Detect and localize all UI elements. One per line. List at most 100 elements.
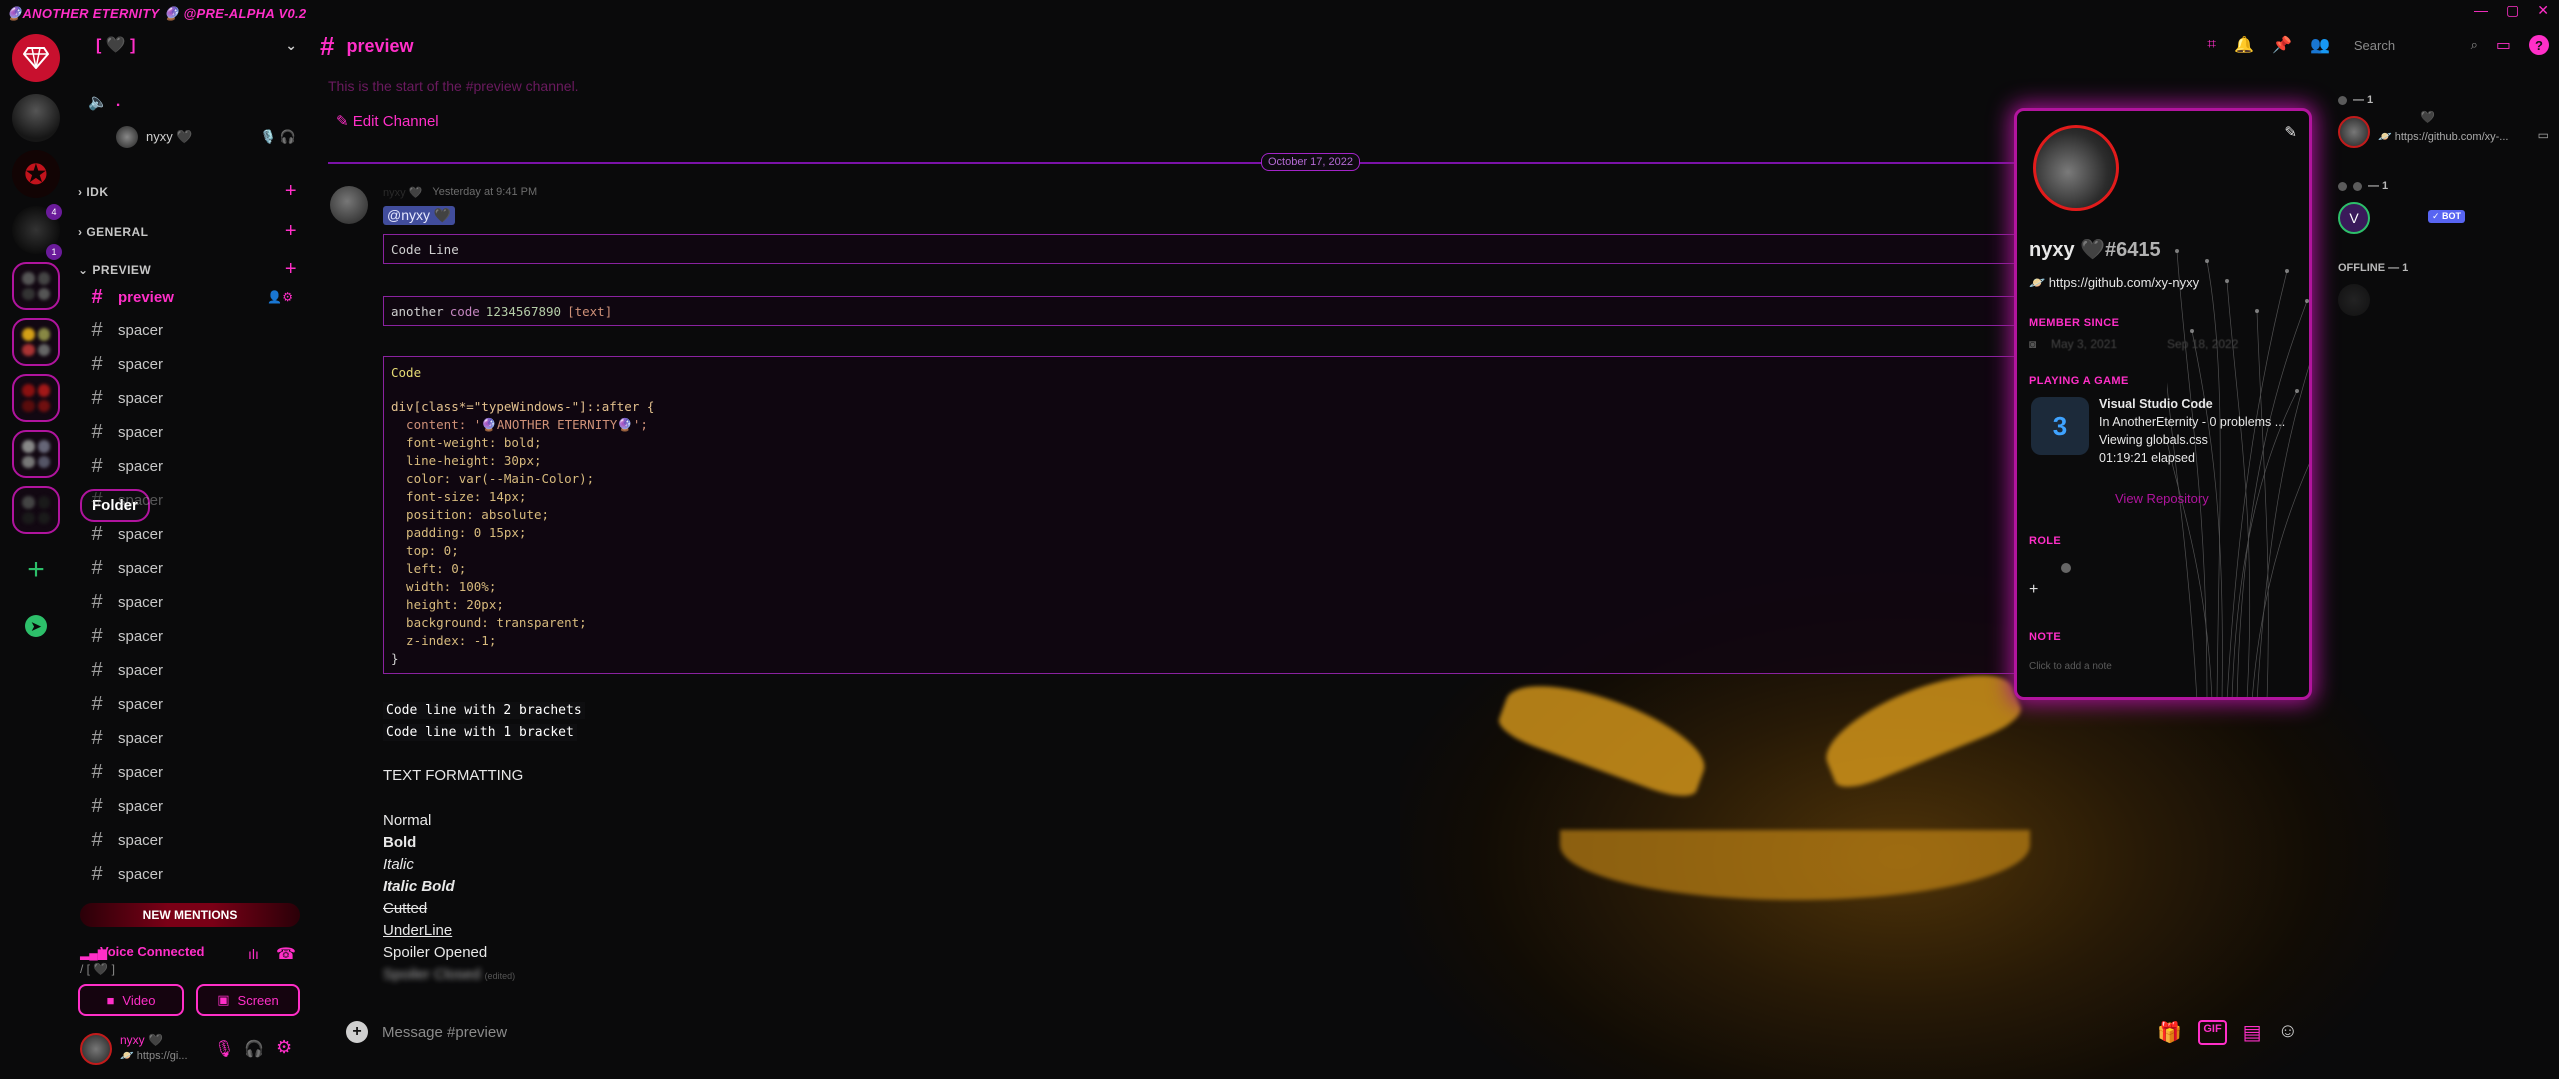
message-input[interactable]: Message #preview	[382, 1024, 507, 1041]
channel-spacer[interactable]: # spacer	[88, 588, 293, 616]
text-normal: Normal	[383, 812, 432, 829]
inbox-icon[interactable]: ▭	[2496, 35, 2511, 55]
video-button[interactable]: ■ Video	[78, 984, 184, 1016]
channel-spacer[interactable]: # spacer	[88, 622, 293, 650]
channel-spacer[interactable]: # spacer	[88, 486, 293, 514]
guild-header[interactable]: [ 🖤 ] ⌄	[72, 28, 305, 62]
voice-user-row[interactable]: nyxy 🖤 🎙️ 🎧	[116, 126, 296, 148]
voice-channel[interactable]: / [ 🖤 ]	[80, 962, 115, 976]
threads-icon[interactable]: ⌗	[2207, 36, 2216, 54]
search-icon: ⌕	[2470, 37, 2478, 52]
channel-preview[interactable]: # preview 👤⚙	[88, 283, 293, 311]
new-mentions-banner[interactable]: NEW MENTIONS	[80, 903, 300, 927]
date-label: October 17, 2022	[1261, 153, 1361, 171]
spoiler-closed[interactable]: Spoiler Closed (edited)	[383, 966, 515, 983]
channel-spacer[interactable]: # spacer	[88, 418, 293, 446]
channel-spacer[interactable]: # spacer	[88, 384, 293, 412]
close-button[interactable]: ✕	[2537, 2, 2549, 19]
spoiler-opened[interactable]: Spoiler Opened	[383, 944, 487, 961]
server-folder-1[interactable]	[12, 262, 60, 310]
category-preview[interactable]: ⌄ PREVIEW +	[72, 258, 305, 281]
speaker-icon: 🔈	[88, 94, 108, 111]
channel-spacer[interactable]: # spacer	[88, 350, 293, 378]
emoji-icon[interactable]: ☺	[2278, 1020, 2298, 1045]
gear-icon[interactable]: ⚙	[276, 1037, 292, 1058]
maximize-button[interactable]: ▢	[2506, 2, 2519, 19]
category-idk[interactable]: › IDK +	[72, 180, 305, 203]
voice-status[interactable]: Voice Connected	[100, 944, 205, 959]
channel-spacer[interactable]: # spacer	[88, 724, 293, 752]
server-folder-5[interactable]	[12, 486, 60, 534]
gif-icon[interactable]: GIF	[2198, 1019, 2227, 1045]
channel-spacer[interactable]: # spacer	[88, 860, 293, 888]
bell-icon[interactable]: 🔔	[2234, 35, 2254, 55]
channel-spacer[interactable]: # spacer	[88, 554, 293, 582]
message-composer[interactable]: + Message #preview 🎁 GIF ▤ ☺	[328, 1010, 2298, 1054]
members-icon[interactable]: 👥	[2310, 35, 2330, 55]
voice-self-row[interactable]: 🔈 .	[88, 92, 120, 112]
text-strikethrough: Cutted	[383, 900, 428, 917]
gift-icon[interactable]: 🎁	[2157, 1020, 2182, 1045]
note-input[interactable]: Click to add a note	[2029, 661, 2112, 672]
search-input[interactable]: Search ⌕	[2348, 33, 2478, 57]
edit-channel-link[interactable]: ✎ Edit Channel	[336, 112, 439, 130]
edit-profile-icon[interactable]: ✎	[2284, 123, 2297, 141]
hash-icon: #	[91, 590, 103, 613]
member-item-bot[interactable]: V ✓ BOT	[2338, 202, 2553, 238]
avatar[interactable]	[330, 186, 368, 224]
server-dark-1[interactable]	[12, 94, 60, 142]
add-channel-icon[interactable]: +	[285, 180, 297, 203]
server-folder-2[interactable]	[12, 318, 60, 366]
view-repository-button[interactable]: View Repository	[2115, 491, 2209, 506]
add-channel-icon[interactable]: +	[285, 258, 297, 281]
inline-code-one: Code line with 1 bracket	[383, 724, 577, 741]
member-item-offline[interactable]	[2338, 284, 2370, 316]
server-dark-2[interactable]: 4 1	[12, 204, 62, 260]
member-item[interactable]: 🖤 🪐 https://github.com/xy-... ▭	[2338, 110, 2553, 156]
message-author[interactable]: nyxy 🖤	[383, 186, 422, 199]
add-channel-icon[interactable]: +	[285, 220, 297, 243]
help-icon[interactable]: ?	[2529, 35, 2549, 55]
sticker-icon[interactable]: ▤	[2243, 1020, 2262, 1045]
add-server-button[interactable]: +	[12, 546, 60, 594]
channel-label: spacer	[118, 661, 164, 679]
channel-spacer[interactable]: # spacer	[88, 316, 293, 344]
noise-suppression-icon[interactable]: ılı	[248, 946, 259, 962]
channel-spacer[interactable]: # spacer	[88, 452, 293, 480]
avatar[interactable]	[80, 1033, 112, 1065]
screen-button[interactable]: ▣ Screen	[196, 984, 300, 1016]
channel-label: spacer	[118, 831, 164, 849]
deafen-icon[interactable]: 🎧	[244, 1039, 264, 1059]
profile-custom-status[interactable]: 🪐 https://github.com/xy-nyxy	[2029, 275, 2199, 291]
channel-spacer[interactable]: # spacer	[88, 826, 293, 854]
minimize-button[interactable]: —	[2474, 2, 2488, 19]
explore-servers-button[interactable]: ➤	[12, 602, 60, 650]
member-status: 🪐 https://github.com/xy-...	[2378, 131, 2509, 143]
channel-spacer[interactable]: # spacer	[88, 520, 293, 548]
text-italic: Italic	[383, 856, 414, 873]
text-bold: Bold	[383, 834, 417, 851]
server-pentagram[interactable]: ✪	[12, 150, 60, 198]
server-folder-3[interactable]	[12, 374, 60, 422]
guild-name: [ 🖤 ]	[96, 37, 136, 54]
avatar[interactable]	[2033, 125, 2119, 211]
mute-icon[interactable]: 🎙	[214, 1039, 234, 1059]
category-general[interactable]: › GENERAL +	[72, 220, 305, 243]
channel-spacer[interactable]: # spacer	[88, 690, 293, 718]
add-attachment-icon[interactable]: +	[346, 1021, 368, 1043]
server-folder-4[interactable]	[12, 430, 60, 478]
code-line-block: Code Line	[383, 234, 2033, 264]
playing-heading: PLAYING A GAME	[2029, 375, 2129, 387]
hash-icon: #	[91, 556, 103, 579]
pin-icon[interactable]: 📌	[2272, 35, 2292, 55]
home-button[interactable]	[12, 34, 60, 82]
channel-spacer[interactable]: # spacer	[88, 758, 293, 786]
user-mention[interactable]: @nyxy 🖤	[383, 206, 456, 225]
disconnect-icon[interactable]: ☎	[276, 944, 296, 964]
channel-spacer[interactable]: # spacer	[88, 656, 293, 684]
invite-icon[interactable]: 👤⚙	[267, 290, 293, 304]
add-role-button[interactable]: +	[2029, 581, 2038, 599]
group-dot	[2338, 181, 2347, 191]
channel-spacer[interactable]: # spacer	[88, 792, 293, 820]
code-line: padding: 0 15px;	[391, 525, 527, 540]
